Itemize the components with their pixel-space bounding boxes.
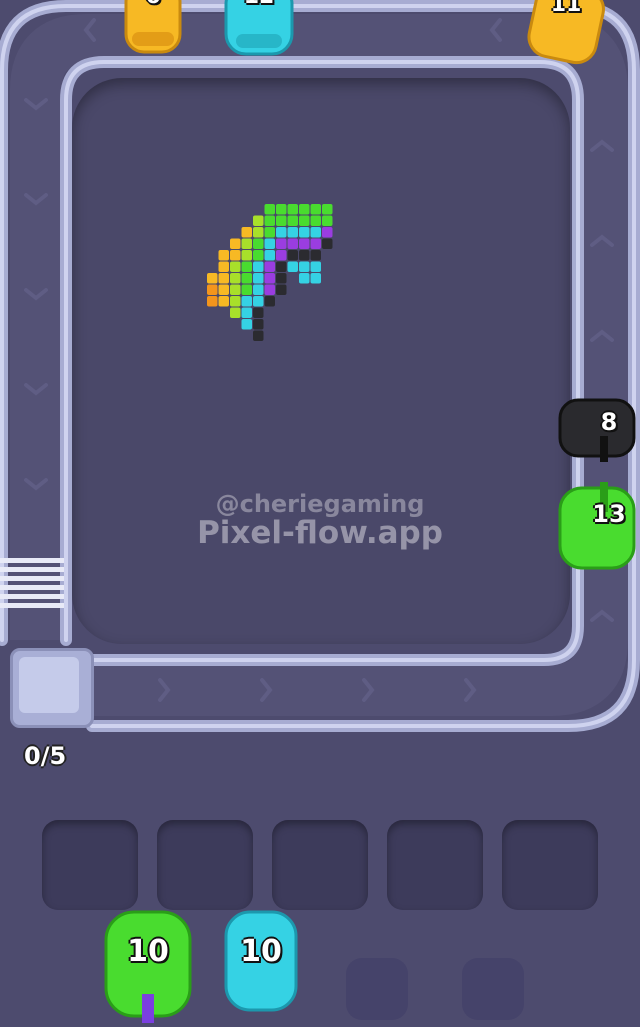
pixel-block: [264, 284, 275, 295]
pixel-block: [241, 250, 252, 261]
pixel-block: [287, 215, 298, 226]
pixel-block: [299, 215, 310, 226]
queue-piece-green[interactable]: 10: [102, 908, 194, 1023]
pixel-block: [253, 296, 264, 307]
pixel-block: [299, 250, 310, 261]
pixel-block: [276, 215, 287, 226]
pixel-block: [299, 204, 310, 215]
pixel-block: [299, 273, 310, 284]
watermark-handle: @cheriegaming: [215, 490, 425, 518]
pixel-art-rainbow: [207, 204, 333, 341]
pixel-block: [218, 284, 229, 295]
pixel-block: [310, 261, 321, 272]
pixel-block: [241, 307, 252, 318]
conveyor-piece-green[interactable]: 13: [556, 482, 638, 572]
pixel-block: [310, 215, 321, 226]
pixel-block: [264, 238, 275, 249]
pixel-block: [287, 204, 298, 215]
pixel-block: [310, 238, 321, 249]
pixel-block: [322, 215, 333, 226]
pixel-block: [207, 273, 218, 284]
pixel-block: [299, 261, 310, 272]
pixel-block: [276, 261, 287, 272]
pixel-block: [322, 204, 333, 215]
pixel-block: [253, 307, 264, 318]
pixel-block: [218, 296, 229, 307]
pixel-block: [253, 330, 264, 341]
pixel-block: [241, 296, 252, 307]
pixel-block: [322, 227, 333, 238]
pixel-block: [264, 261, 275, 272]
pixel-block: [287, 261, 298, 272]
pixel-block: [310, 204, 321, 215]
pixel-block: [299, 227, 310, 238]
pixel-block: [230, 296, 241, 307]
pixel-block: [241, 319, 252, 330]
pixel-block: [230, 284, 241, 295]
queue-piece-cyan[interactable]: 10: [222, 908, 300, 1016]
pixel-block: [253, 284, 264, 295]
pixel-block: [218, 250, 229, 261]
pixel-block: [230, 273, 241, 284]
pixel-block: [276, 284, 287, 295]
pixel-block: [207, 296, 218, 307]
pixel-block: [253, 273, 264, 284]
pixel-block: [299, 238, 310, 249]
queue-slot-empty: [462, 958, 524, 1020]
entry-ramp: [0, 558, 64, 620]
holding-slot-2[interactable]: [157, 820, 253, 910]
pixel-block: [253, 227, 264, 238]
pixel-block: [241, 284, 252, 295]
pixel-block: [207, 284, 218, 295]
pixel-block: [241, 238, 252, 249]
capacity-counter: 0/5: [24, 742, 67, 770]
play-area: [72, 78, 570, 644]
pixel-block: [253, 250, 264, 261]
pixel-block: [264, 250, 275, 261]
pixel-block: [276, 227, 287, 238]
pixel-block: [264, 273, 275, 284]
pixel-block: [276, 238, 287, 249]
pixel-block: [264, 204, 275, 215]
pixel-block: [218, 261, 229, 272]
queue-slot-empty: [346, 958, 408, 1020]
pixel-block: [241, 273, 252, 284]
pixel-block: [287, 227, 298, 238]
conveyor-piece-black[interactable]: 8: [556, 396, 638, 462]
conveyor-piece-yellow[interactable]: 6: [122, 0, 184, 60]
pixel-block: [241, 261, 252, 272]
pixel-block: [253, 238, 264, 249]
pixel-block: [310, 250, 321, 261]
pixel-block: [287, 238, 298, 249]
pixel-block: [310, 227, 321, 238]
holding-slot-4[interactable]: [387, 820, 483, 910]
pixel-block: [230, 307, 241, 318]
pixel-block: [287, 250, 298, 261]
pixel-block: [276, 204, 287, 215]
watermark-site: Pixel-flow.app: [197, 515, 443, 551]
conveyor-piece-yellow-corner[interactable]: 11: [526, 0, 606, 66]
pixel-block: [230, 238, 241, 249]
pixel-block: [276, 273, 287, 284]
pixel-block: [310, 273, 321, 284]
pixel-block: [322, 238, 333, 249]
pixel-block: [253, 319, 264, 330]
pixel-block: [230, 261, 241, 272]
pixel-block: [264, 215, 275, 226]
launch-dock[interactable]: [10, 648, 94, 728]
holding-slot-5[interactable]: [502, 820, 598, 910]
pixel-block: [253, 261, 264, 272]
game-board: [0, 0, 640, 760]
conveyor-piece-cyan[interactable]: 12: [222, 0, 296, 62]
holding-slot-3[interactable]: [272, 820, 368, 910]
pixel-block: [218, 273, 229, 284]
pixel-block: [230, 250, 241, 261]
pixel-block: [264, 296, 275, 307]
pixel-block: [276, 250, 287, 261]
pixel-block: [253, 215, 264, 226]
pixel-block: [241, 227, 252, 238]
pixel-block: [264, 227, 275, 238]
holding-slot-1[interactable]: [42, 820, 138, 910]
